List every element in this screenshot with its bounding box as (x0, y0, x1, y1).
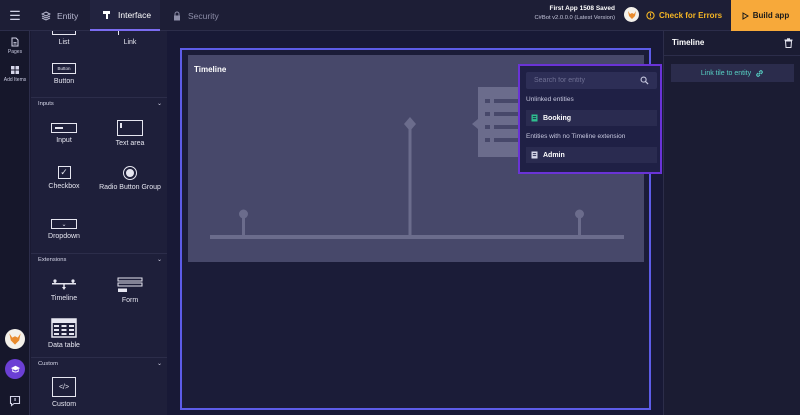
save-status: First App 1508 Saved C#Bot v2.0.0.0 (Lat… (534, 5, 615, 21)
tab-interface[interactable]: Interface (90, 0, 160, 31)
properties-title: Timeline (672, 38, 705, 47)
build-app-button[interactable]: Build app (731, 0, 800, 31)
section-custom-label: Custom (38, 360, 58, 367)
component-link[interactable]: Link (97, 31, 163, 46)
component-list[interactable]: List (31, 31, 97, 46)
user-avatar[interactable] (624, 7, 639, 22)
tab-interface-label: Interface (118, 9, 152, 20)
check-errors-label: Check for Errors (659, 11, 723, 20)
table-icon (51, 318, 77, 338)
top-bar: ☰ Entity Interface Security First App 15… (0, 0, 800, 31)
rail-pages-label: Pages (7, 49, 23, 55)
component-custom-label: Custom (51, 401, 77, 408)
chat-icon[interactable] (9, 395, 21, 407)
rail-pages[interactable]: Pages (0, 37, 30, 55)
entity-icon (531, 151, 538, 159)
link-icon (756, 69, 763, 77)
component-input[interactable]: Input (31, 123, 97, 144)
version-text: C#Bot v2.0.0.0 (Latest Version) (534, 15, 615, 21)
chevron-down-icon: ⌄ (156, 101, 162, 107)
link-tile-button[interactable]: Link tile to entity (671, 64, 794, 82)
warning-circle-icon (646, 11, 655, 20)
properties-panel: Timeline Link tile to entity (663, 31, 800, 415)
component-list-label: List (58, 39, 70, 46)
component-textarea-label: Text area (115, 140, 145, 147)
tab-security-label: Security (188, 10, 219, 21)
chevron-down-icon: ⌄ (156, 257, 162, 263)
play-icon (742, 11, 749, 20)
fox-logo-icon (627, 10, 636, 19)
rail-add-items-label: Add Items (3, 77, 27, 83)
tab-security[interactable]: Security (160, 0, 230, 31)
entity-green-icon (531, 114, 538, 122)
entity-item-booking[interactable]: Booking (526, 110, 657, 126)
tab-entity-label: Entity (57, 10, 79, 21)
section-inputs-label: Inputs (38, 100, 54, 107)
timeline-icon (52, 279, 76, 290)
link-tile-label: Link tile to entity (700, 69, 752, 77)
component-checkbox[interactable]: ✓ Checkbox (31, 166, 97, 190)
component-timeline-label: Timeline (50, 295, 78, 302)
rail-avatar[interactable] (5, 329, 25, 349)
component-button-label: Button (53, 78, 75, 85)
components-panel: List Link Button Button Inputs ⌄ Input T… (31, 31, 167, 415)
entity-search[interactable] (526, 72, 657, 89)
component-dropdown[interactable]: ⌄ Dropdown (31, 219, 97, 240)
component-checkbox-label: Checkbox (48, 183, 80, 190)
fox-logo-icon (9, 333, 21, 345)
brush-icon (103, 10, 110, 19)
graduation-cap-icon (10, 365, 20, 373)
code-icon: </> (52, 377, 76, 397)
entity-item-booking-label: Booking (543, 114, 571, 122)
entity-item-admin[interactable]: Admin (526, 147, 657, 163)
entity-dropdown: Unlinked entities Booking Entities with … (518, 64, 662, 174)
lock-icon (174, 11, 180, 20)
section-custom[interactable]: Custom ⌄ (31, 357, 167, 369)
trash-icon[interactable] (784, 38, 793, 48)
section-extensions[interactable]: Extensions ⌄ (31, 253, 167, 265)
component-form[interactable]: Form (97, 277, 163, 304)
component-custom[interactable]: </> Custom (31, 377, 97, 408)
form-icon (117, 277, 143, 292)
add-items-icon (11, 66, 19, 74)
menu-icon[interactable]: ☰ (0, 0, 30, 31)
component-timeline[interactable]: Timeline (31, 277, 97, 302)
component-form-label: Form (121, 297, 139, 304)
button-preview: Button (52, 63, 76, 74)
page-icon (11, 37, 19, 47)
build-app-label: Build app (752, 11, 790, 20)
rail-add-items[interactable]: Add Items (0, 65, 30, 83)
entity-item-admin-label: Admin (543, 151, 565, 159)
section-inputs[interactable]: Inputs ⌄ (31, 97, 167, 109)
saved-text: First App 1508 Saved (549, 5, 615, 12)
unlinked-entities-label: Unlinked entities (526, 96, 574, 103)
section-extensions-label: Extensions (38, 256, 67, 263)
component-dropdown-label: Dropdown (48, 233, 80, 240)
component-button[interactable]: Button Button (31, 63, 97, 85)
component-datatable-label: Data table (48, 342, 80, 349)
learning-button[interactable] (5, 359, 25, 379)
component-radio[interactable]: Radio Button Group (97, 166, 163, 191)
search-icon[interactable] (640, 76, 649, 85)
left-rail: Pages Add Items (0, 31, 30, 415)
component-input-label: Input (56, 137, 72, 144)
chevron-down-icon: ⌄ (156, 361, 162, 367)
component-link-label: Link (123, 39, 137, 46)
check-errors-button[interactable]: Check for Errors (646, 0, 722, 31)
layers-icon (41, 10, 51, 21)
tab-entity[interactable]: Entity (31, 0, 89, 31)
entity-search-input[interactable] (526, 72, 636, 89)
no-extension-label: Entities with no Timeline extension (526, 133, 626, 140)
component-radio-label: Radio Button Group (99, 184, 161, 191)
properties-header: Timeline (664, 31, 800, 56)
component-datatable[interactable]: Data table (31, 318, 97, 349)
component-textarea[interactable]: Text area (97, 120, 163, 147)
